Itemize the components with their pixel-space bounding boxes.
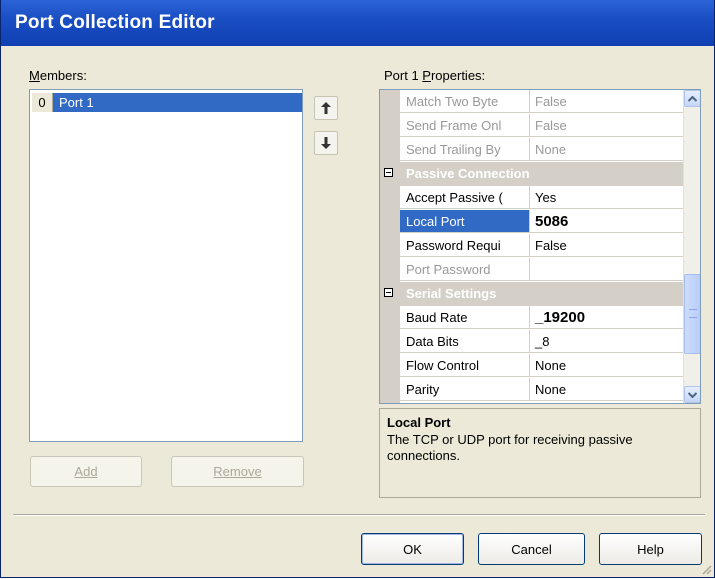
member-item-port-1[interactable]: 0 Port 1 bbox=[32, 93, 302, 112]
property-row-port-password[interactable]: Port Password bbox=[380, 258, 683, 282]
property-value[interactable]: None bbox=[530, 138, 683, 161]
property-name: Baud Rate bbox=[400, 306, 530, 329]
description-title: Local Port bbox=[387, 415, 451, 430]
property-name: Accept Passive ( bbox=[400, 186, 530, 209]
property-value[interactable]: None bbox=[530, 354, 683, 377]
property-value[interactable]: 5086 bbox=[530, 210, 683, 233]
member-name: Port 1 bbox=[59, 95, 94, 110]
cancel-button[interactable]: Cancel bbox=[478, 533, 585, 565]
collapse-icon[interactable] bbox=[384, 168, 393, 177]
category-passive-connection[interactable]: Passive Connection bbox=[380, 162, 683, 186]
property-row-parity[interactable]: Parity None bbox=[380, 378, 683, 402]
chevron-up-icon bbox=[688, 95, 697, 102]
property-name: Flow Control bbox=[400, 354, 530, 377]
chevron-down-icon bbox=[688, 391, 697, 398]
property-description-panel: Local Port The TCP or UDP port for recei… bbox=[379, 408, 701, 498]
properties-label: Port 1 Properties: bbox=[384, 68, 486, 83]
ok-button[interactable]: OK bbox=[361, 533, 464, 565]
property-row-flow-control[interactable]: Flow Control None bbox=[380, 354, 683, 378]
arrow-down-icon bbox=[321, 137, 331, 149]
separator bbox=[13, 514, 705, 516]
property-value[interactable]: None bbox=[530, 378, 683, 401]
scroll-up-button[interactable] bbox=[684, 90, 700, 107]
window-title: Port Collection Editor bbox=[15, 12, 215, 33]
property-row-accept-passive[interactable]: Accept Passive ( Yes bbox=[380, 186, 683, 210]
remove-button[interactable]: Remove bbox=[171, 456, 304, 487]
property-grid[interactable]: Match Two Byte False Send Frame Onl Fals… bbox=[379, 89, 701, 404]
property-name: Send Trailing By bbox=[400, 138, 530, 161]
property-value[interactable]: Yes bbox=[530, 186, 683, 209]
property-value[interactable]: False bbox=[530, 90, 683, 113]
title-bar[interactable]: Port Collection Editor bbox=[1, 0, 714, 46]
property-name: Data Bits bbox=[400, 330, 530, 353]
property-name: Parity bbox=[400, 378, 530, 401]
property-value[interactable]: _8 bbox=[530, 330, 683, 353]
property-value[interactable]: False bbox=[530, 234, 683, 257]
property-grid-scrollbar[interactable] bbox=[683, 90, 700, 403]
category-serial-settings[interactable]: Serial Settings bbox=[380, 282, 683, 306]
property-name: Match Two Byte bbox=[400, 90, 530, 113]
arrow-up-icon bbox=[321, 102, 331, 114]
property-name: Send Frame Onl bbox=[400, 114, 530, 137]
property-row-data-bits[interactable]: Data Bits _8 bbox=[380, 330, 683, 354]
property-row-password-required[interactable]: Password Requi False bbox=[380, 234, 683, 258]
property-value[interactable] bbox=[530, 258, 683, 281]
scroll-down-button[interactable] bbox=[684, 386, 700, 403]
property-name: Local Port bbox=[400, 210, 530, 233]
property-value[interactable]: False bbox=[530, 114, 683, 137]
property-name: Port Password bbox=[400, 258, 530, 281]
property-row-baud-rate[interactable]: Baud Rate _19200 bbox=[380, 306, 683, 330]
category-name: Serial Settings bbox=[406, 286, 497, 301]
collapse-icon[interactable] bbox=[384, 288, 393, 297]
property-value[interactable]: _19200 bbox=[530, 306, 683, 329]
help-button[interactable]: Help bbox=[599, 533, 702, 565]
members-label: Members: bbox=[29, 68, 87, 83]
property-name: Password Requi bbox=[400, 234, 530, 257]
resize-grip-icon[interactable] bbox=[700, 563, 712, 575]
add-button[interactable]: Add bbox=[30, 456, 142, 487]
property-row-send-trailing-bytes[interactable]: Send Trailing By None bbox=[380, 138, 683, 162]
port-collection-editor-window: Port Collection Editor Members: 0 Port 1… bbox=[0, 0, 715, 578]
category-name: Passive Connection bbox=[406, 166, 530, 181]
scroll-thumb[interactable] bbox=[684, 274, 700, 354]
members-list[interactable]: 0 Port 1 bbox=[29, 89, 303, 442]
property-row-local-port[interactable]: Local Port 5086 bbox=[380, 210, 683, 234]
move-up-button[interactable] bbox=[314, 96, 338, 120]
move-down-button[interactable] bbox=[314, 131, 338, 155]
property-row-match-two-byte[interactable]: Match Two Byte False bbox=[380, 90, 683, 114]
grip-icon bbox=[689, 309, 697, 318]
member-index: 0 bbox=[32, 93, 53, 112]
description-text: The TCP or UDP port for receiving passiv… bbox=[387, 432, 633, 463]
property-row-send-frame-only[interactable]: Send Frame Onl False bbox=[380, 114, 683, 138]
